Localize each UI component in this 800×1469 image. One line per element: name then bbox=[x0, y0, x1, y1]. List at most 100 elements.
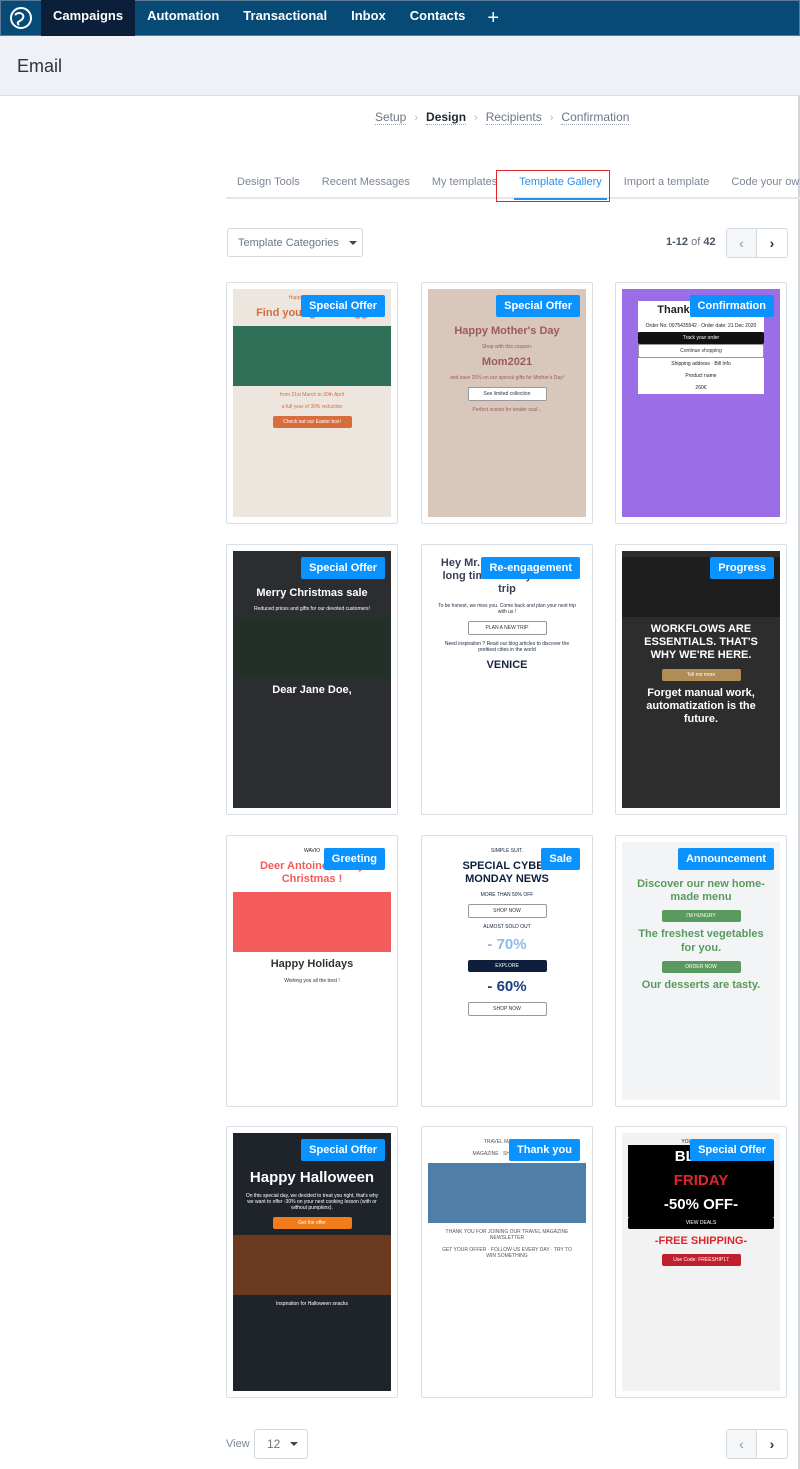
tab-recent-messages[interactable]: Recent Messages bbox=[311, 170, 421, 197]
preview-img bbox=[233, 618, 391, 679]
preview-img bbox=[233, 1235, 391, 1295]
category-badge: Special Offer bbox=[301, 557, 385, 579]
nav-inbox[interactable]: Inbox bbox=[339, 0, 398, 36]
preview-body: Perfect scents for tender soul... bbox=[472, 407, 542, 414]
step-recipients[interactable]: Recipients bbox=[485, 110, 542, 125]
view-count-value: 12 bbox=[267, 1437, 281, 1451]
pagination-info: 1-12 of 42 bbox=[666, 236, 716, 248]
preview-body: On this special day, we decided to treat… bbox=[245, 1193, 379, 1211]
template-preview: Happy Mother's Day Shop with this coupon:… bbox=[428, 289, 586, 517]
template-preview: Hey Mr. Smith, It's been a long time sin… bbox=[428, 551, 586, 808]
preview-title: Dear Jane Doe, bbox=[272, 684, 352, 697]
preview-body: MORE THAN 50% OFF bbox=[480, 892, 534, 899]
template-preview: ECHOESThank you John,Order No: 007543554… bbox=[622, 289, 780, 517]
template-preview: Happy Easter to you!Find your golden egg… bbox=[233, 289, 391, 517]
preview-body: a full year of 30% reduction bbox=[281, 404, 343, 411]
template-card[interactable]: Happy Mother's Day Shop with this coupon:… bbox=[421, 282, 593, 524]
preview-big: - 60% bbox=[487, 978, 527, 996]
preview-body: Shipping address · Bill Info bbox=[637, 358, 765, 371]
preview-btn: Check out our Easter box! bbox=[272, 416, 352, 429]
preview-body: Wishing you all the best ! bbox=[284, 977, 340, 984]
caret-down-icon bbox=[348, 240, 357, 245]
chevron-right-icon: › bbox=[474, 111, 478, 124]
preview-body: and save 25% on our special gifts for Mo… bbox=[449, 375, 565, 382]
preview-body: ALMOST SOLD OUT bbox=[483, 924, 531, 931]
preview-btn: Get the offer bbox=[272, 1217, 352, 1229]
preview-img bbox=[233, 326, 391, 387]
chevron-right-icon: › bbox=[414, 111, 419, 124]
dropdown-label: Template Categories bbox=[238, 236, 339, 249]
preview-btn: I'M HUNGRY bbox=[661, 910, 741, 923]
preview-body: from 21st March to 30th April bbox=[280, 392, 344, 399]
next-page-button[interactable]: › bbox=[757, 1430, 787, 1458]
category-badge: Thank you bbox=[508, 1139, 580, 1161]
template-preview: WORKFLOWS ARE ESSENTIALS. THAT'S WHY WE'… bbox=[622, 551, 780, 808]
category-badge: Special Offer bbox=[496, 295, 580, 317]
preview-body: THANK YOU FOR JOINING OUR TRAVEL MAGAZIN… bbox=[445, 1229, 569, 1241]
preview-title: Happy Holidays bbox=[270, 958, 354, 971]
preview-title: Mom2021 bbox=[481, 356, 533, 369]
step-design[interactable]: Design bbox=[426, 110, 467, 125]
template-card[interactable]: Hey Mr. Smith, It's been a long time sin… bbox=[421, 544, 593, 815]
preview-btn: SHOP NOW bbox=[467, 1002, 547, 1017]
template-card[interactable]: Happy Easter to you!Find your golden egg… bbox=[226, 282, 398, 524]
preview-body: Product name bbox=[637, 370, 765, 383]
template-card[interactable]: ECHOESThank you John,Order No: 007543554… bbox=[615, 282, 787, 524]
category-badge: Greeting bbox=[323, 848, 385, 870]
preview-big: Happy Halloween bbox=[249, 1169, 375, 1186]
template-card[interactable]: WAVIO Deer Antoine, Merry Christmas ! Happ… bbox=[226, 835, 398, 1107]
preview-big: -50% OFF- bbox=[628, 1193, 774, 1217]
view-count-dropdown[interactable]: 12 bbox=[254, 1429, 308, 1459]
tab-code-your-own[interactable]: Code your own bbox=[720, 170, 800, 197]
nav-automation[interactable]: Automation bbox=[135, 0, 231, 36]
template-preview: TRAVEL MAGAZINE MAGAZINE · SHOP · EVENTS T… bbox=[428, 1133, 586, 1391]
brand-logo-icon[interactable] bbox=[1, 0, 41, 36]
nav-campaigns[interactable]: Campaigns bbox=[41, 0, 136, 36]
nav-transactional[interactable]: Transactional bbox=[231, 0, 339, 36]
template-preview: SIMPLE SUIT. SPECIAL CYBER MONDAY NEWS MOR… bbox=[428, 842, 586, 1100]
page-title: Email bbox=[17, 56, 63, 76]
nav-add-icon[interactable]: + bbox=[477, 7, 509, 30]
step-setup[interactable]: Setup bbox=[375, 110, 407, 125]
preview-img bbox=[233, 892, 391, 953]
preview-body: Inspiration for Halloween snacks bbox=[276, 1301, 348, 1307]
preview-body: 260€ bbox=[637, 382, 765, 395]
template-card[interactable]: SIMPLE SUIT. SPECIAL CYBER MONDAY NEWS MOR… bbox=[421, 835, 593, 1107]
template-card[interactable]: WORKFLOWS ARE ESSENTIALS. THAT'S WHY WE'… bbox=[615, 544, 787, 815]
template-card[interactable]: YOURCOMPANYBLACKFRIDAY-50% OFF-VIEW DEAL… bbox=[615, 1126, 787, 1398]
preview-body: Need inspiration ? Read our blog article… bbox=[444, 640, 570, 653]
template-card[interactable]: Happy Halloween On this special day, we d… bbox=[226, 1126, 398, 1398]
template-card[interactable]: Discover our new home-made menu I'M HUNGR… bbox=[615, 835, 787, 1107]
preview-btn: Continue shopping bbox=[637, 344, 765, 359]
tab-design-tools[interactable]: Design Tools bbox=[226, 170, 311, 197]
prev-page-button[interactable]: ‹ bbox=[727, 229, 757, 257]
category-badge: Special Offer bbox=[301, 295, 385, 317]
template-categories-dropdown[interactable]: Template Categories bbox=[227, 228, 363, 257]
preview-btn: Track your order bbox=[637, 332, 765, 345]
preview-title: Discover our new home-made menu bbox=[637, 878, 765, 904]
breadcrumb: Setup › Design › Recipients › Confirmati… bbox=[375, 110, 630, 125]
preview-title: Merry Christmas sale bbox=[256, 587, 368, 599]
template-card[interactable]: Merry Christmas sale Reduced prices and g… bbox=[226, 544, 398, 815]
tab-import-template[interactable]: Import a template bbox=[613, 170, 721, 197]
pagination-bottom: ‹ › bbox=[726, 1429, 788, 1459]
preview-title: Our desserts are tasty. bbox=[641, 978, 761, 991]
template-preview: YOURCOMPANYBLACKFRIDAY-50% OFF-VIEW DEAL… bbox=[622, 1133, 780, 1391]
template-preview: Happy Halloween On this special day, we d… bbox=[233, 1133, 391, 1391]
template-card[interactable]: TRAVEL MAGAZINE MAGAZINE · SHOP · EVENTS T… bbox=[421, 1126, 593, 1398]
step-confirmation[interactable]: Confirmation bbox=[561, 110, 630, 125]
preview-btn: SHOP NOW bbox=[467, 904, 547, 919]
page-header: Email bbox=[0, 36, 800, 96]
preview-big: - 70% bbox=[487, 936, 527, 954]
preview-title: Forget manual work, automatization is th… bbox=[646, 686, 756, 725]
preview-body: GET YOUR OFFER · FOLLOW US EVERY DAY · T… bbox=[442, 1247, 572, 1259]
view-label: View bbox=[226, 1438, 250, 1450]
preview-btn: ORDER NOW bbox=[661, 960, 741, 973]
preview-btn: VIEW DEALS bbox=[628, 1217, 774, 1229]
next-page-button[interactable]: › bbox=[757, 229, 787, 257]
template-preview: Merry Christmas sale Reduced prices and g… bbox=[233, 551, 391, 808]
category-badge: Confirmation bbox=[689, 295, 774, 317]
preview-body: To be honest, we miss you. Come back and… bbox=[438, 602, 576, 615]
nav-contacts[interactable]: Contacts bbox=[398, 0, 478, 36]
prev-page-button[interactable]: ‹ bbox=[727, 1430, 757, 1458]
